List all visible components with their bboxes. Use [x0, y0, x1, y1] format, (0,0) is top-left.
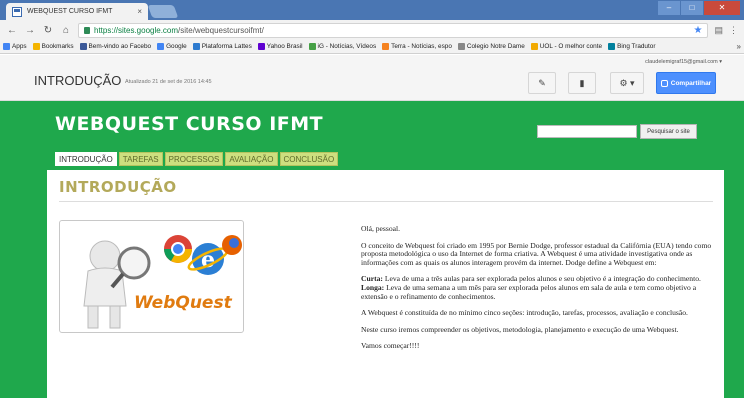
bookmark-favicon-icon — [257, 43, 265, 50]
back-arrow-icon[interactable]: ← — [6, 25, 18, 36]
bookmark-label: UOL - O melhor conte — [539, 43, 603, 50]
edit-page-button[interactable]: ✎ — [528, 72, 556, 94]
section-title: INTRODUÇÃO — [59, 178, 177, 196]
bookmark-label: Bing Tradutor — [617, 43, 656, 50]
title-divider — [59, 201, 713, 202]
site-nav-tabs: INTRODUÇÃO TAREFAS PROCESSOS AVALIAÇÃO CONCL… — [55, 152, 339, 166]
intro-text: Olá, pessoal. O conceito de Webquest foi… — [361, 224, 716, 359]
bookmark-favicon-icon — [157, 43, 165, 50]
bookmark-label: Bem-vindo ao Facebo — [88, 43, 152, 50]
bookmark-favicon-icon — [308, 43, 316, 50]
longa-text: Leva de uma semana a um mês para ser exp… — [361, 282, 697, 301]
bookmarks-bar: Apps Bookmarks Bem-vindo ao Facebo Google Pl… — [0, 40, 744, 54]
bookmark-item[interactable]: Yahoo Brasil — [257, 43, 303, 50]
bookmark-item[interactable]: Bookmarks — [32, 43, 74, 50]
site-page: WEBQUEST CURSO IFMT Pesquisar o site INT… — [0, 101, 744, 398]
bookmark-label: Terra - Notícias, espo — [391, 43, 452, 50]
bookmark-label: iG - Notícias, Vídeos — [317, 43, 377, 50]
window-close-icon[interactable]: ✕ — [704, 1, 740, 15]
nav-tab[interactable]: AVALIAÇÃO — [225, 152, 278, 166]
bookmark-item[interactable]: Colegio Notre Dame — [457, 43, 525, 50]
bookmark-favicon-icon — [192, 43, 200, 50]
url-host: https://sites.google.com — [94, 25, 179, 35]
bookmark-item[interactable]: UOL - O melhor conte — [530, 43, 603, 50]
bookmark-item[interactable]: Bem-vindo ao Facebo — [79, 43, 152, 50]
last-updated-text: Atualizado 21 de set de 2016 14:45 — [125, 79, 212, 85]
pencil-icon: ✎ — [538, 77, 546, 88]
page-content: INTRODUÇÃO e WebQuest Olá, pessoal. O co… — [47, 170, 724, 398]
maximize-icon[interactable]: □ — [681, 1, 703, 15]
reload-icon[interactable]: ↻ — [42, 25, 54, 36]
bookmark-favicon-icon — [608, 43, 616, 50]
browser-toolbar: ← → ↻ ⌂ https://sites.google.com/site/we… — [0, 20, 744, 40]
bookmark-label: Bookmarks — [41, 43, 74, 50]
more-actions-button[interactable]: ⚙ ▾ — [610, 72, 644, 94]
paragraph-types: Curta: Leva de uma a três aulas para ser… — [361, 275, 716, 301]
bookmark-item[interactable]: iG - Notícias, Vídeos — [308, 43, 377, 50]
minimize-icon[interactable]: – — [658, 1, 680, 15]
site-search-input[interactable] — [537, 125, 637, 138]
bookmark-favicon-icon — [32, 43, 40, 50]
bookmark-item[interactable]: Bing Tradutor — [608, 43, 655, 50]
nav-tab[interactable]: CONCLUSÃO — [279, 152, 339, 166]
url-path: /site/webquestcursoifmt/ — [178, 25, 264, 35]
home-icon[interactable]: ⌂ — [60, 25, 72, 36]
share-button[interactable]: Compartilhar — [656, 72, 716, 94]
menu-dots-icon[interactable]: ⋮ — [729, 25, 738, 36]
gear-icon: ⚙ ▾ — [619, 77, 635, 88]
bookmark-favicon-icon — [3, 43, 10, 50]
page-heading: INTRODUÇÃO — [34, 73, 122, 88]
extension-icon[interactable]: ▤ — [714, 25, 723, 36]
sites-favicon-icon — [12, 6, 22, 17]
bookmark-label: Apps — [12, 43, 27, 50]
nav-tab[interactable]: TAREFAS — [118, 152, 163, 166]
bookmark-label: Colegio Notre Dame — [466, 43, 525, 50]
site-search-button[interactable]: Pesquisar o site — [640, 124, 697, 139]
webquest-image: e WebQuest — [59, 220, 244, 333]
greeting: Olá, pessoal. — [361, 224, 401, 233]
account-email[interactable]: claudelemigraf15@gmail.com ▾ — [645, 59, 722, 65]
bookmark-favicon-icon — [530, 43, 538, 50]
bookmark-favicon-icon — [79, 43, 87, 50]
bookmarks-overflow-icon[interactable]: » — [737, 42, 741, 51]
site-title[interactable]: WEBQUEST CURSO IFMT — [55, 113, 323, 135]
nav-tab[interactable]: INTRODUÇÃO — [55, 152, 117, 166]
bookmark-label: Plataforma Lattes — [201, 43, 252, 50]
browser-tab[interactable]: WEBQUEST CURSO IFMT × — [6, 3, 148, 20]
bookmark-item[interactable]: Google — [157, 43, 187, 50]
browser-tab-strip: WEBQUEST CURSO IFMT × – □ ✕ — [0, 0, 744, 20]
bookmark-favicon-icon — [457, 43, 465, 50]
sites-editor-bar: INTRODUÇÃO Atualizado 21 de set de 2016 … — [0, 55, 744, 101]
paragraph-definition: O conceito de Webquest foi criado em 199… — [361, 240, 712, 267]
bookmark-favicon-icon — [382, 43, 390, 50]
webquest-illustration: e — [83, 235, 242, 329]
window-controls: – □ ✕ — [658, 1, 740, 15]
webquest-logo-text: WebQuest — [134, 293, 232, 313]
bookmark-item[interactable]: Plataforma Lattes — [192, 43, 252, 50]
share-label: Compartilhar — [670, 79, 712, 87]
lock-icon — [84, 26, 90, 34]
bookmark-item[interactable]: Terra - Notícias, espo — [382, 43, 452, 50]
tab-title: WEBQUEST CURSO IFMT — [27, 8, 113, 15]
bookmark-item[interactable]: Apps — [3, 43, 27, 50]
share-icon — [660, 79, 668, 87]
tab-close-icon[interactable]: × — [137, 7, 142, 16]
new-tab-button[interactable] — [147, 5, 179, 18]
paragraph-course: Neste curso iremos compreender os objeti… — [361, 324, 679, 334]
bookmark-label: Yahoo Brasil — [266, 43, 303, 50]
new-page-icon: ▮ — [579, 77, 585, 88]
bookmark-star-icon[interactable]: ★ — [694, 25, 703, 36]
bookmark-label: Google — [166, 43, 187, 50]
paragraph-sections: A Webquest é constituída de no mínimo ci… — [361, 308, 688, 318]
nav-tab[interactable]: PROCESSOS — [164, 152, 224, 166]
address-bar[interactable]: https://sites.google.com/site/webquestcu… — [78, 22, 709, 38]
forward-arrow-icon[interactable]: → — [24, 25, 36, 36]
new-page-button[interactable]: ▮ — [568, 72, 596, 94]
closing-text: Vamos começar!!!! — [361, 341, 420, 351]
